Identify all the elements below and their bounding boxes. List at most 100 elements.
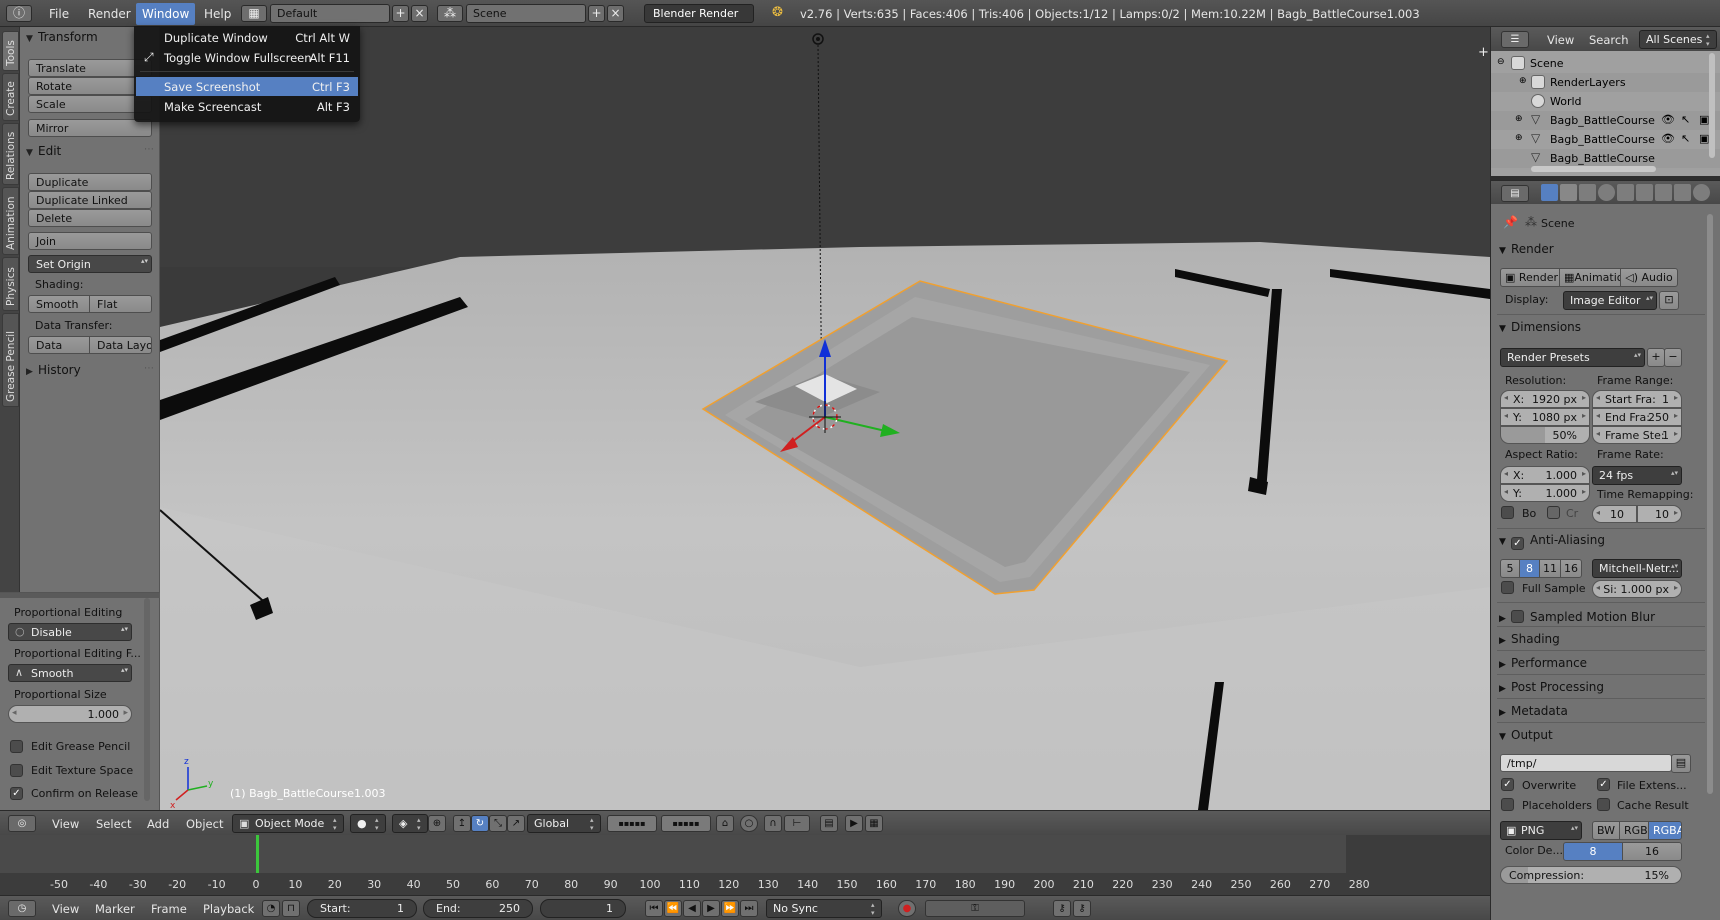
menu-window[interactable]: Window — [136, 3, 196, 25]
menu-item-save-screenshot[interactable]: Save Screenshot Ctrl F3 — [136, 77, 358, 96]
visibility-eye-icon[interactable]: 👁 — [1661, 113, 1675, 126]
increment-arrow-icon[interactable]: ▸ — [1674, 583, 1678, 592]
screen-layout-field[interactable]: Default — [270, 4, 390, 23]
layers-grid-icon[interactable]: ▪▪▪▪▪ — [607, 815, 657, 832]
end-frame-field[interactable]: End: 250 — [423, 899, 533, 918]
mirror-button[interactable]: Mirror — [28, 119, 152, 137]
aa-samples-11[interactable]: 11 — [1539, 559, 1561, 578]
decrement-arrow-icon[interactable]: ◂ — [1504, 487, 1508, 496]
scene-field[interactable]: Scene — [466, 4, 586, 23]
sync-mode-select[interactable]: No Sync — [766, 899, 882, 918]
motion-blur-checkbox[interactable] — [1511, 610, 1524, 623]
panel-metadata-header[interactable]: ▶ Metadata — [1499, 704, 1702, 724]
outliner-row-object[interactable]: ⊕ ▽ Bagb_BattleCourse 👁 ↖ ▣ — [1491, 111, 1720, 130]
compression-slider[interactable]: Compression: 15% — [1500, 866, 1682, 884]
expand-icon[interactable]: ⊕ — [1515, 133, 1523, 143]
keying-set-icon[interactable]: ⚿ — [925, 900, 1025, 917]
snap-icon[interactable]: ∩ — [764, 815, 782, 832]
render-presets-select[interactable]: Render Presets — [1500, 348, 1645, 367]
prop-falloff-select[interactable]: ∧ Smooth — [8, 664, 132, 682]
edit-grease-pencil-checkbox[interactable] — [10, 740, 23, 753]
current-frame-field[interactable]: 1 — [540, 899, 626, 918]
menu-help[interactable]: Help — [198, 5, 237, 23]
increment-arrow-icon[interactable]: ▸ — [1674, 429, 1678, 438]
delete-keyframe-icon[interactable]: ⚷ — [1073, 900, 1091, 917]
aa-samples-5[interactable]: 5 — [1500, 559, 1520, 578]
outliner-tree[interactable]: ⊖ Scene ⊕ RenderLayers World ⊕ ▽ Bagb_Ba… — [1490, 51, 1720, 176]
decrement-arrow-icon[interactable]: ◂ — [1504, 469, 1508, 478]
opengl-render-icon[interactable]: ▤ — [820, 815, 838, 832]
render-tab-icon[interactable] — [1541, 184, 1558, 201]
panel-shading-header[interactable]: ▶ Shading — [1499, 632, 1702, 652]
aa-samples-8[interactable]: 8 — [1519, 559, 1540, 578]
tab-animation[interactable]: Animation — [2, 187, 19, 255]
resolution-y-field[interactable]: ◂ Y: 1080 px ▸ — [1500, 408, 1590, 426]
render-anim-icon[interactable]: ▦ — [865, 815, 883, 832]
confirm-on-release-checkbox[interactable]: ✓ — [10, 787, 23, 800]
panel-motion-blur-header[interactable]: ▶ Sampled Motion Blur — [1499, 608, 1702, 628]
decrement-arrow-icon[interactable]: ◂ — [1504, 393, 1508, 402]
panel-render-header[interactable]: ▼ Render — [1499, 242, 1702, 262]
tab-tools[interactable]: Tools — [2, 31, 19, 71]
selectability-cursor-icon[interactable]: ↖ — [1681, 132, 1690, 145]
panel-edit-header[interactable]: ▼ Edit — [26, 144, 61, 158]
increment-arrow-icon[interactable]: ▸ — [1582, 393, 1586, 402]
timeline-menu-view[interactable]: View — [52, 902, 79, 916]
menu-file[interactable]: File — [43, 5, 75, 23]
outliner-row-scene[interactable]: ⊖ Scene — [1491, 54, 1720, 73]
color-mode-bw[interactable]: BW — [1592, 821, 1620, 840]
outliner-menu-view[interactable]: View — [1547, 33, 1574, 47]
decrement-arrow-icon[interactable]: ◂ — [1596, 583, 1600, 592]
timeline-menu-marker[interactable]: Marker — [95, 902, 135, 916]
join-button[interactable]: Join — [28, 232, 152, 250]
file-format-select[interactable]: ▣ PNG — [1500, 821, 1582, 840]
increment-arrow-icon[interactable]: ▸ — [1674, 393, 1678, 402]
crop-checkbox[interactable] — [1547, 506, 1560, 519]
increment-arrow-icon[interactable]: ▸ — [123, 708, 128, 718]
delete-button[interactable]: Delete — [28, 209, 152, 227]
outliner-row-object[interactable]: ⊕ ▽ Bagb_BattleCourse 👁 ↖ ▣ — [1491, 130, 1720, 149]
collapse-icon[interactable]: ⊖ — [1497, 57, 1505, 67]
3d-viewport[interactable]: z y x (1) Bagb_BattleCourse1.003 + — [160, 27, 1490, 810]
panel-divider[interactable] — [0, 593, 160, 598]
constraints-tab-icon[interactable] — [1636, 184, 1653, 201]
layers-grid-2-icon[interactable]: ▪▪▪▪▪ — [661, 815, 711, 832]
screen-layout-icon[interactable]: ▦ — [241, 5, 267, 22]
translate-manipulator-icon[interactable]: ↥ — [453, 815, 471, 832]
scene-icon[interactable]: ⁂ — [437, 5, 463, 22]
aspect-y-field[interactable]: ◂ Y: 1.000 ▸ — [1500, 484, 1590, 502]
panel-history-header[interactable]: ▶ History — [26, 363, 81, 377]
shade-flat-button[interactable]: Flat — [89, 295, 152, 313]
jump-end-icon[interactable]: ⏭ — [740, 900, 758, 917]
outliner-editor-type-icon[interactable]: ☰ — [1501, 31, 1529, 48]
jump-start-icon[interactable]: ⏮ — [645, 900, 663, 917]
expand-icon[interactable]: ⊕ — [1515, 114, 1523, 124]
border-checkbox[interactable] — [1501, 506, 1514, 519]
decrement-arrow-icon[interactable]: ◂ — [1504, 411, 1508, 420]
timeline-editor[interactable]: -50 -40 -30 -20 -10 0 10 20 30 40 50 60 70 80 90 100 110… — [0, 835, 1490, 895]
pin-icon[interactable]: 📌 — [1503, 215, 1518, 229]
panel-output-header[interactable]: ▼ Output — [1499, 728, 1702, 748]
increment-arrow-icon[interactable]: ▸ — [1582, 487, 1586, 496]
aa-filter-select[interactable]: Mitchell-Netr... — [1592, 559, 1682, 578]
aa-samples-16[interactable]: 16 — [1560, 559, 1582, 578]
decrement-arrow-icon[interactable]: ◂ — [1596, 508, 1600, 517]
outliner-row-world[interactable]: World — [1491, 92, 1720, 111]
menu-select[interactable]: Select — [96, 817, 131, 831]
edit-texture-space-checkbox[interactable] — [10, 764, 23, 777]
expand-icon[interactable]: ⊕ — [1519, 76, 1527, 86]
menu-item-duplicate-window[interactable]: Duplicate Window Ctrl Alt W — [136, 28, 358, 47]
color-depth-8[interactable]: 8 — [1563, 842, 1623, 861]
render-engine-select[interactable]: Blender Render — [644, 4, 754, 23]
duplicate-linked-button[interactable]: Duplicate Linked — [28, 191, 152, 209]
tab-grease-pencil[interactable]: Grease Pencil — [2, 313, 19, 407]
scale-manipulator-icon[interactable]: ⤡ — [489, 815, 507, 832]
increment-arrow-icon[interactable]: ▸ — [1582, 469, 1586, 478]
play-reverse-icon[interactable]: ◀ — [683, 900, 701, 917]
filter-size-field[interactable]: ◂ Si: 1.000 px ▸ — [1592, 580, 1682, 598]
decrement-arrow-icon[interactable]: ◂ — [1596, 393, 1600, 402]
prop-size-field[interactable]: ◂ 1.000 ▸ — [8, 705, 132, 723]
snap-element-icon[interactable]: ⊢ — [784, 815, 810, 832]
panel-post-processing-header[interactable]: ▶ Post Processing — [1499, 680, 1702, 700]
playhead-marker[interactable] — [255, 835, 259, 873]
